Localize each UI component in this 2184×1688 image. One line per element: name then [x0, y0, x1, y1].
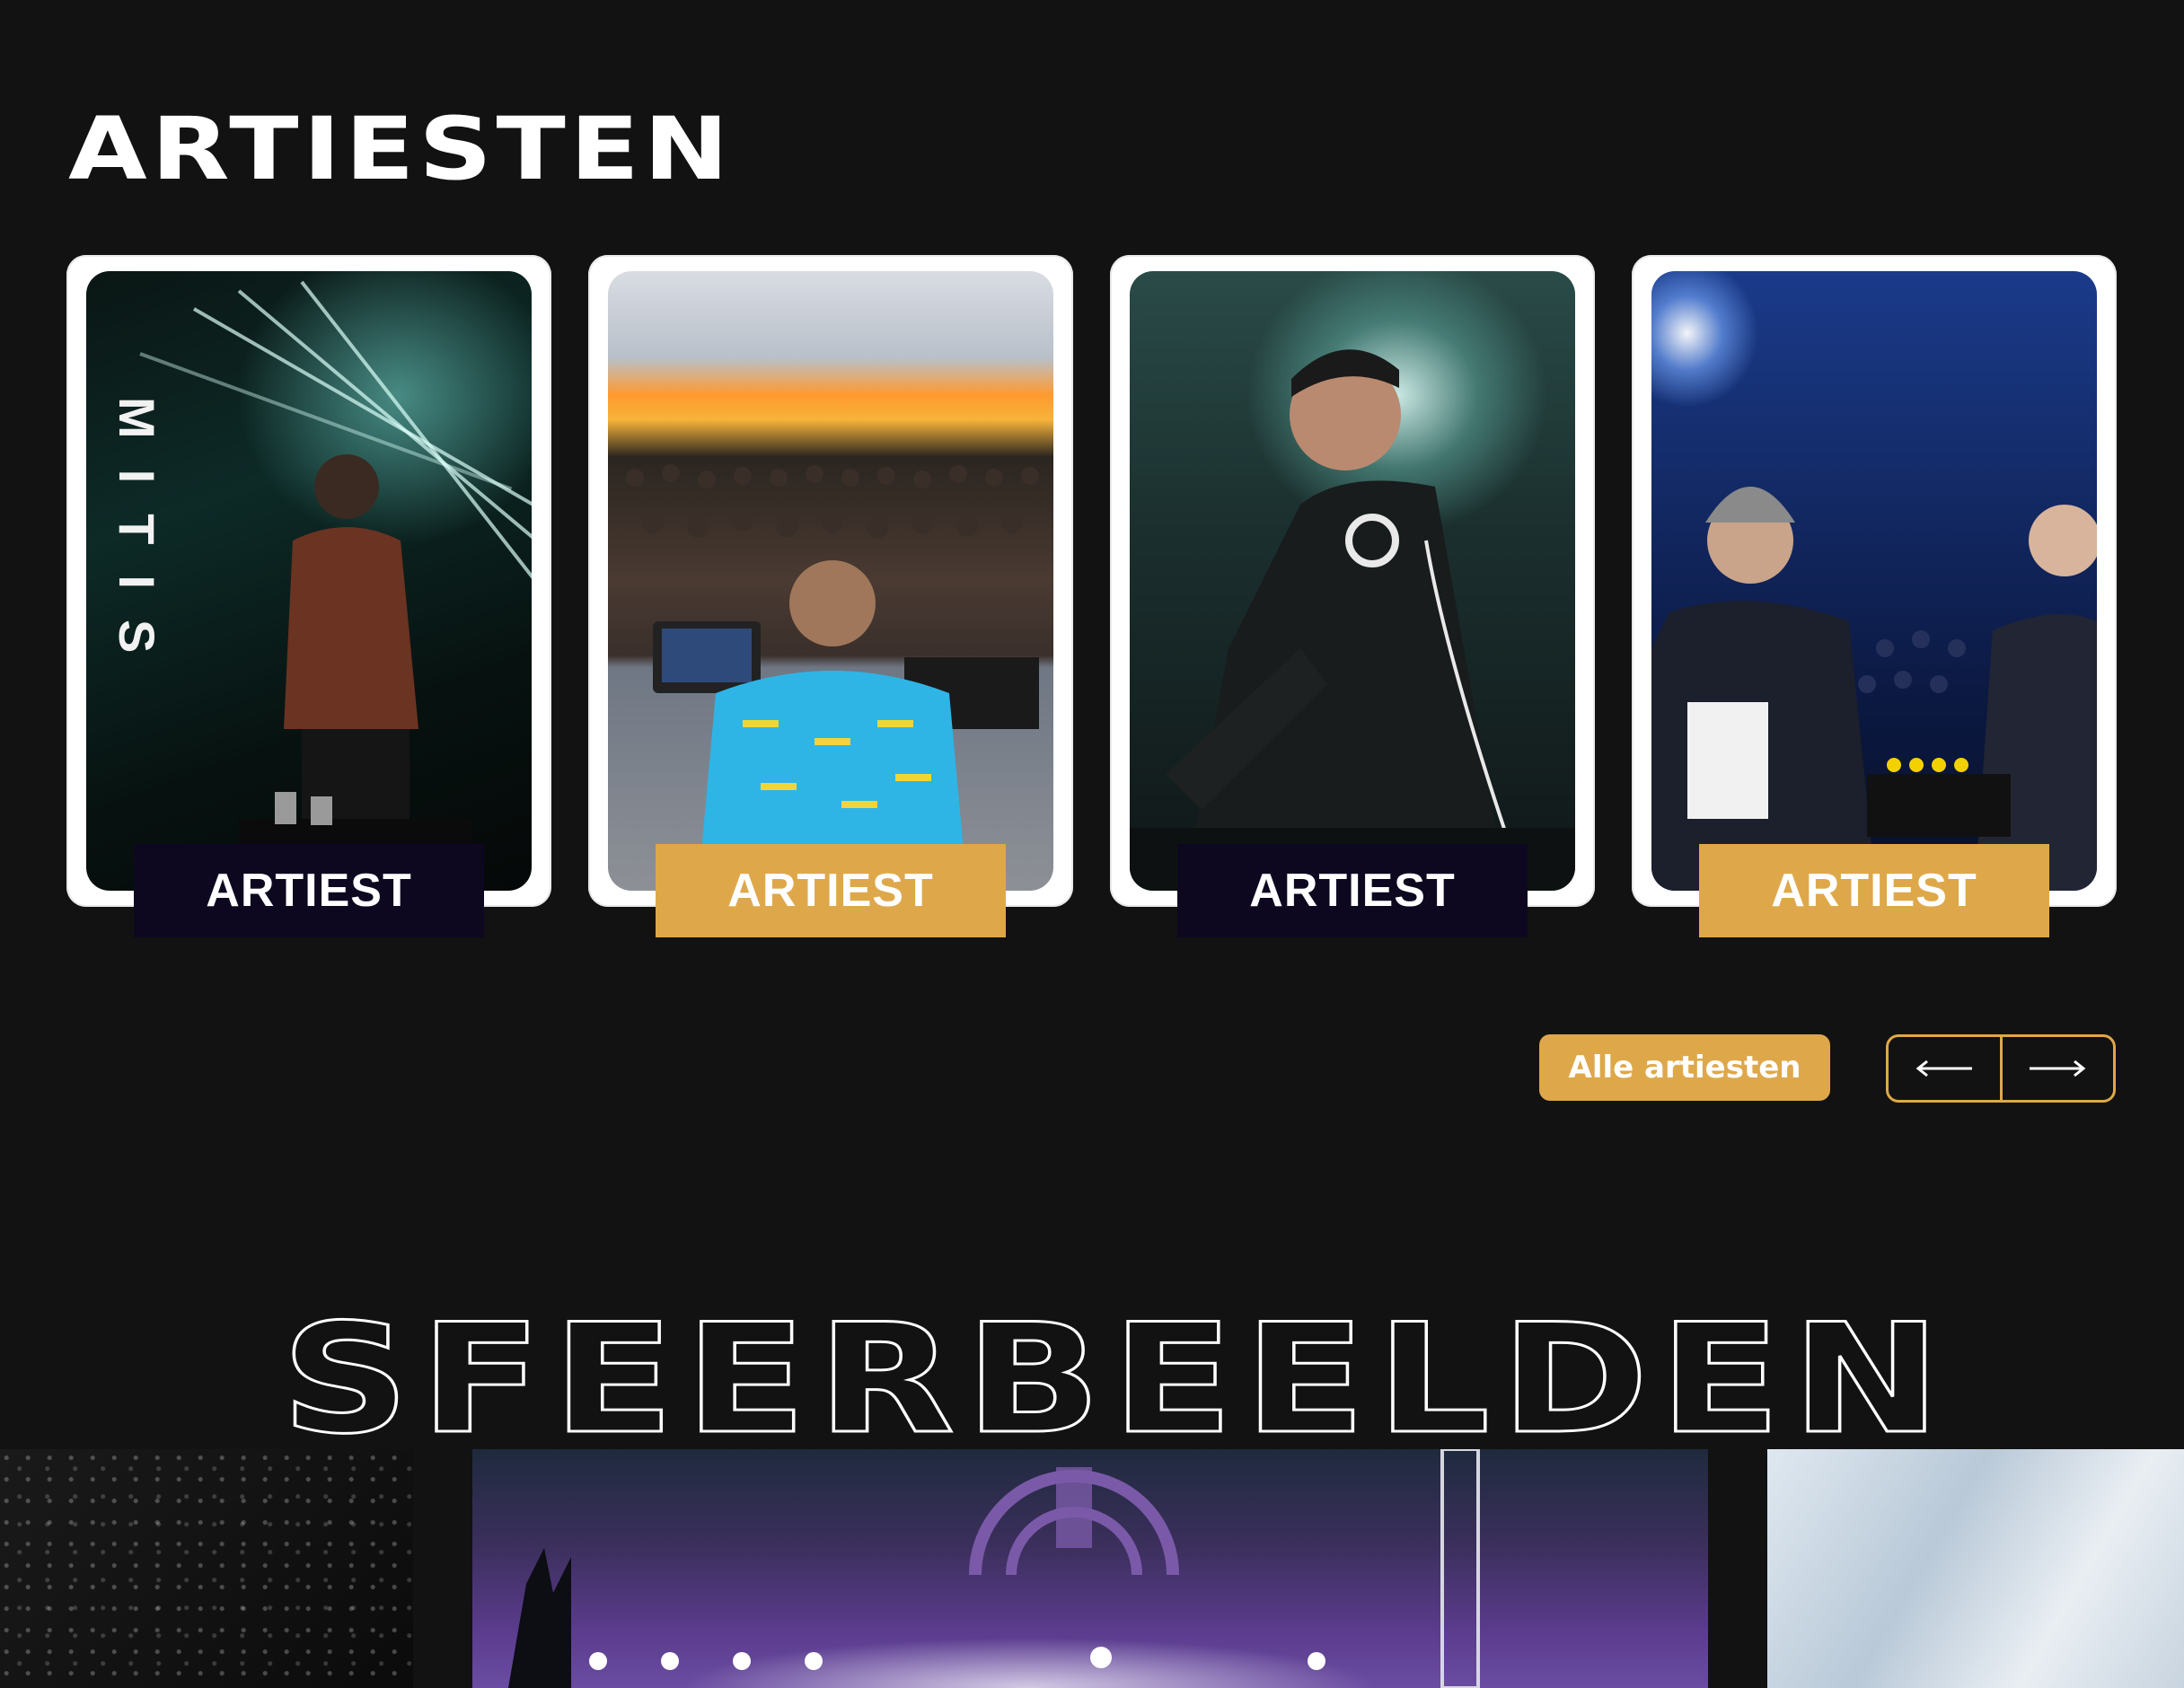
artist-photo: MITIS — [86, 271, 532, 891]
all-artists-button[interactable]: Alle artiesten — [1539, 1034, 1830, 1101]
photo-sign-text: MITIS — [109, 397, 165, 684]
gallery-title-text: SFEERBEELDEN — [281, 1291, 1951, 1453]
arrow-right-icon[interactable] — [1999, 1037, 2114, 1100]
gallery-image[interactable] — [0, 1449, 413, 1688]
artist-label[interactable]: ARTIEST — [1177, 844, 1528, 937]
gallery-image[interactable] — [1767, 1449, 2184, 1688]
arrow-left-icon[interactable] — [1889, 1037, 2000, 1100]
gallery-title: SFEERBEELDEN — [280, 1291, 1951, 1453]
stage-scene — [508, 1449, 1480, 1688]
artist-label[interactable]: ARTIEST — [656, 844, 1006, 937]
carousel-navigation — [1886, 1034, 2116, 1103]
dj-silhouette — [239, 454, 472, 891]
djs-on-stage — [1651, 487, 2097, 891]
artist-photo — [608, 271, 1053, 891]
artist-card[interactable]: ARTIEST — [1110, 255, 1595, 937]
artist-card[interactable]: ARTIEST — [588, 255, 1073, 937]
artist-card[interactable]: ARTIEST — [1632, 255, 2117, 937]
artist-photo — [1651, 271, 2097, 891]
artist-card[interactable]: MITIS ARTIEST — [66, 255, 551, 937]
dj-with-headphones — [1130, 349, 1575, 891]
artist-carousel: MITIS ARTIEST ARTIEST ARTIEST ARTIEST — [66, 255, 2118, 946]
festival-crowd-scene — [626, 464, 1039, 891]
page: ARTIESTEN MITIS ARTIEST ARTIEST ARTIEST … — [0, 0, 2184, 1688]
artists-title: ARTIESTEN — [68, 99, 734, 199]
gallery-image[interactable] — [472, 1449, 1708, 1688]
artist-photo — [1130, 271, 1575, 891]
artist-label[interactable]: ARTIEST — [134, 844, 484, 937]
artist-label[interactable]: ARTIEST — [1699, 844, 2049, 937]
